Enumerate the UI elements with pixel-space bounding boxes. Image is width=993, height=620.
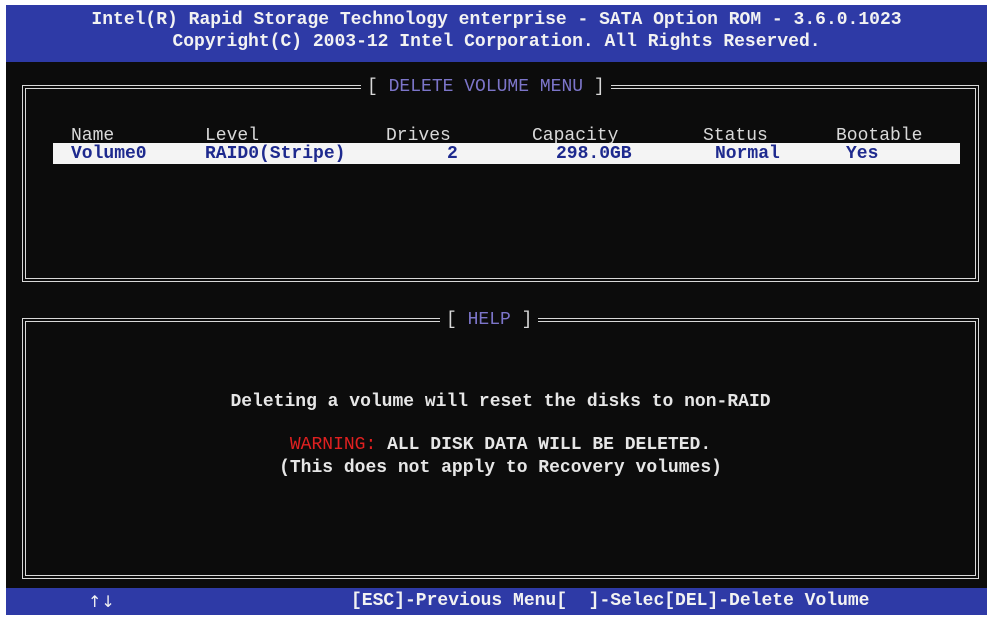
help-panel-title: [ HELP ]: [440, 309, 539, 331]
key-hints: [ESC]-Previous Menu[ ]-Selec[DEL]-Delete…: [351, 591, 870, 611]
delete-volume-panel: [ DELETE VOLUME MENU ] Name Level Drives…: [22, 76, 979, 282]
up-down-arrows-icon: ↑↓: [88, 592, 115, 611]
help-title: HELP: [467, 310, 511, 330]
help-warning: WARNING: ALL DISK DATA WILL BE DELETED.: [26, 434, 975, 456]
volume-status: Normal: [715, 144, 780, 164]
volume-capacity: 298.0GB: [556, 144, 632, 164]
volume-name: Volume0: [71, 144, 147, 164]
warning-text: ALL DISK DATA WILL BE DELETED.: [376, 435, 712, 455]
help-text-recovery: (This does not apply to Recovery volumes…: [279, 458, 722, 478]
header-bar: Intel(R) Rapid Storage Technology enterp…: [6, 5, 987, 62]
delete-volume-menu-title: DELETE VOLUME MENU: [388, 77, 584, 97]
volume-bootable: Yes: [846, 144, 879, 164]
warning-label: WARNING:: [289, 435, 377, 455]
copyright-line: Copyright(C) 2003-12 Intel Corporation. …: [172, 32, 821, 52]
table-row[interactable]: Volume0 RAID0(Stripe) 2 298.0GB Normal Y…: [53, 143, 960, 164]
volume-level: RAID0(Stripe): [205, 144, 346, 164]
footer-bar: ↑↓ [ESC]-Previous Menu[ ]-Selec[DEL]-Del…: [6, 588, 987, 615]
help-panel: [ HELP ] Deleting a volume will reset th…: [22, 309, 979, 579]
product-title: Intel(R) Rapid Storage Technology enterp…: [91, 10, 902, 30]
help-text-reset: Deleting a volume will reset the disks t…: [230, 392, 771, 412]
delete-volume-panel-title: [ DELETE VOLUME MENU ]: [361, 76, 611, 98]
bios-screen: Intel(R) Rapid Storage Technology enterp…: [6, 5, 987, 615]
volume-drives: 2: [447, 144, 458, 164]
